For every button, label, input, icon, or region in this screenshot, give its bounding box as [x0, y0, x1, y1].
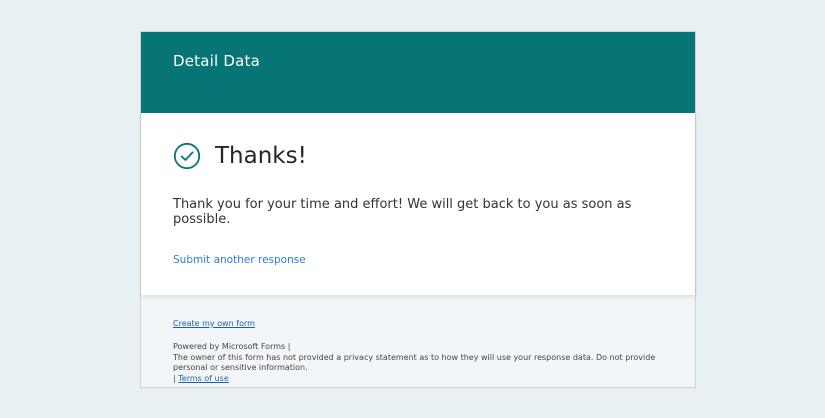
submit-another-response-link[interactable]: Submit another response — [173, 254, 306, 266]
create-my-own-form-link[interactable]: Create my own form — [173, 319, 255, 328]
form-header: Detail Data — [141, 32, 695, 113]
thanks-message: Thank you for your time and effort! We w… — [173, 197, 632, 227]
form-card: Detail Data Thanks! Thank you for your t… — [140, 31, 696, 388]
terms-separator: | — [173, 373, 176, 383]
confirmation-panel: Thanks! Thank you for your time and effo… — [141, 113, 695, 295]
form-title: Detail Data — [173, 52, 260, 70]
powered-by-text: Powered by Microsoft Forms | — [173, 342, 291, 351]
terms-of-use-link[interactable]: Terms of use — [178, 374, 229, 383]
privacy-notice-text: The owner of this form has not provided … — [173, 352, 656, 373]
page: Detail Data Thanks! Thank you for your t… — [0, 0, 825, 418]
footer-info: Powered by Microsoft Forms | The owner o… — [173, 342, 663, 384]
thanks-row: Thanks! — [173, 140, 663, 172]
check-circle-icon — [173, 142, 201, 170]
form-footer: Create my own form Powered by Microsoft … — [141, 295, 695, 384]
thanks-heading: Thanks! — [215, 143, 307, 169]
terms-row: | Terms of use — [173, 374, 663, 385]
